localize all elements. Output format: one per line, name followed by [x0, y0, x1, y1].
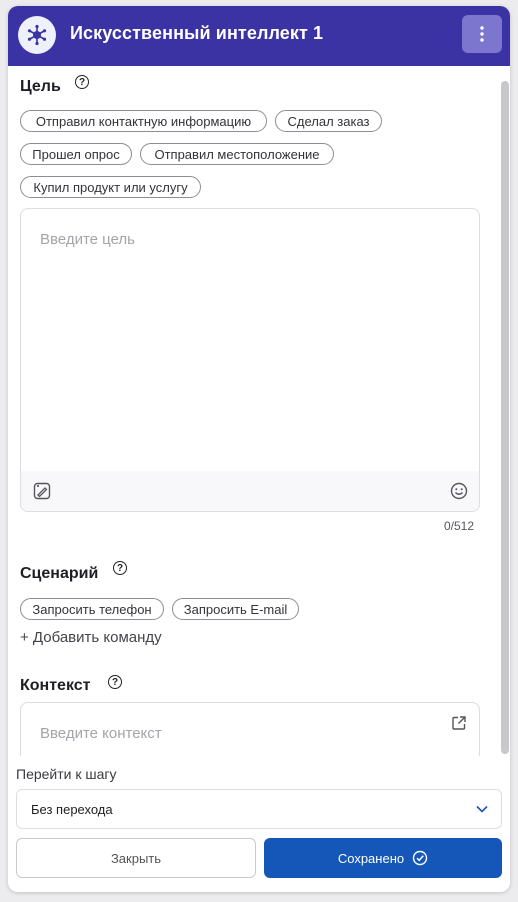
panel-title: Искусственный интеллект 1 — [70, 23, 324, 43]
goal-textarea-box — [20, 208, 480, 512]
goal-chip-order[interactable]: Сделал заказ — [275, 110, 382, 132]
scenario-help-icon[interactable]: ? — [113, 561, 127, 575]
scrollbar-thumb[interactable] — [501, 81, 509, 754]
context-input[interactable] — [21, 721, 479, 745]
open-external-icon[interactable] — [451, 715, 467, 731]
sparkle-network-icon — [27, 24, 47, 46]
chevron-down-icon — [476, 805, 488, 813]
scenario-chip-phone[interactable]: Запросить телефон — [20, 598, 164, 620]
scenario-title: Сценарий — [20, 565, 99, 582]
close-button[interactable]: Закрыть — [16, 838, 256, 878]
goal-chip-contact[interactable]: Отправил контактную информацию — [20, 110, 267, 132]
goto-step-label: Перейти к шагу — [16, 766, 117, 782]
bottom-bar: Перейти к шагу Без перехода Закрыть Сохр… — [8, 756, 510, 892]
ai-avatar — [18, 16, 56, 54]
scroll-content: Цель ? Отправил контактную информацию Сд… — [8, 66, 510, 756]
context-help-icon[interactable]: ? — [108, 675, 122, 689]
content-scrollbar[interactable] — [501, 81, 509, 754]
goto-step-value: Без перехода — [31, 801, 113, 817]
add-command-link[interactable]: + Добавить команду — [20, 629, 162, 646]
save-button[interactable]: Сохранено — [264, 838, 502, 878]
ai-step-panel: Искусственный интеллект 1 Цель ? Отправи… — [8, 6, 510, 892]
scenario-chip-email[interactable]: Запросить E-mail — [172, 598, 299, 620]
goto-step-select[interactable]: Без перехода — [16, 789, 502, 829]
panel-header: Искусственный интеллект 1 — [8, 6, 510, 66]
magic-edit-icon[interactable] — [33, 482, 51, 500]
emoji-icon[interactable] — [450, 482, 468, 500]
goal-input[interactable] — [21, 209, 479, 471]
goal-chip-location[interactable]: Отправил местоположение — [140, 143, 334, 165]
vertical-dots-icon — [480, 26, 484, 42]
goal-char-counter: 0/512 — [444, 519, 475, 533]
goal-chip-purchase[interactable]: Купил продукт или услугу — [20, 176, 201, 198]
context-title: Контекст — [20, 677, 91, 694]
goal-title: Цель — [20, 78, 61, 95]
save-button-label: Сохранено — [337, 850, 405, 866]
check-circle-icon — [412, 850, 428, 866]
context-box — [20, 702, 480, 756]
more-menu-button[interactable] — [462, 15, 502, 53]
goal-help-icon[interactable]: ? — [75, 75, 89, 89]
goal-textarea-toolbar — [21, 471, 479, 511]
goal-chip-survey[interactable]: Прошел опрос — [20, 143, 132, 165]
